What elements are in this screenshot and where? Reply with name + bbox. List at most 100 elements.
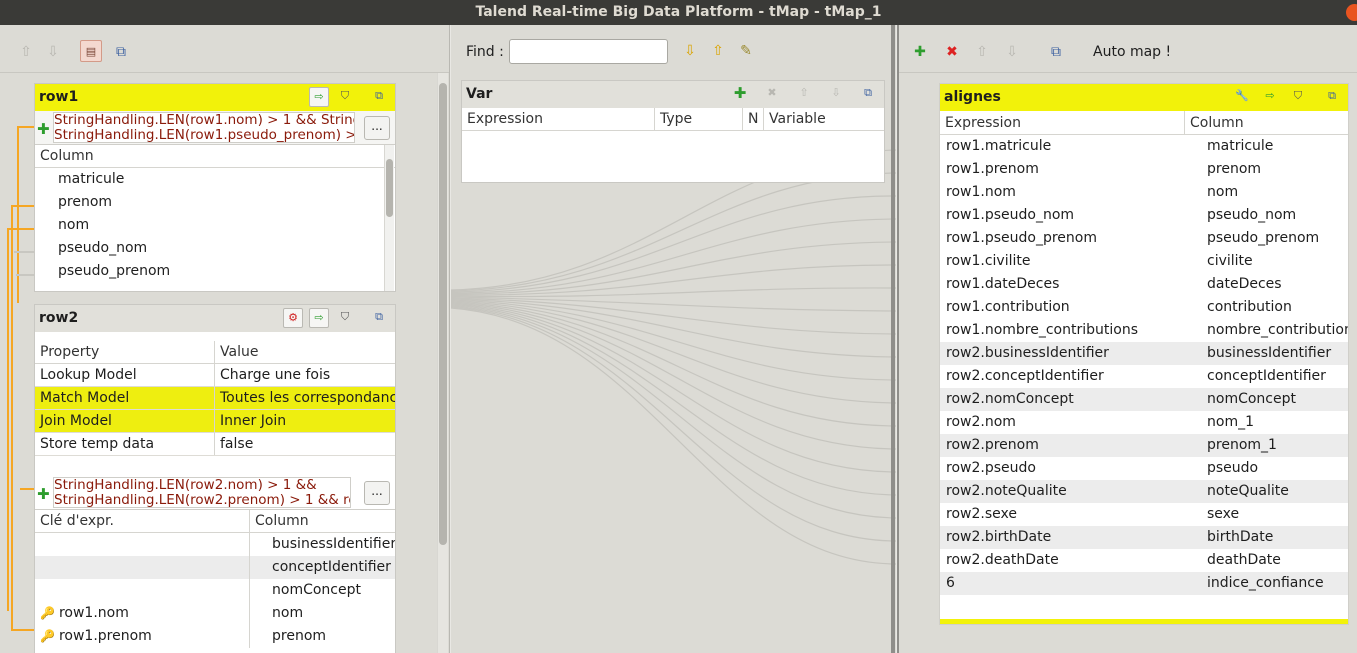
output-column: nom_1 [1207, 414, 1254, 430]
find-input[interactable] [509, 39, 668, 64]
table-row[interactable]: pseudo_prenom [35, 260, 395, 283]
table-row[interactable]: row2.noteQualite noteQualite [940, 480, 1348, 503]
table-row[interactable]: row1.nom nom [940, 181, 1348, 204]
key-icon: 🔑 [40, 606, 55, 620]
add-output-icon[interactable]: ✚ [909, 41, 931, 63]
add-filter-icon[interactable]: ⇨ [1260, 87, 1280, 107]
table-row[interactable]: row1.nombre_contributions nombre_contribu… [940, 319, 1348, 342]
filter-icon[interactable]: ⛉ [1288, 87, 1308, 107]
minimize-icon[interactable]: ⧉ [369, 87, 389, 107]
key-expression-cell[interactable]: 🔑 row1.nom [35, 602, 250, 625]
move-down-icon[interactable]: ⇩ [826, 84, 846, 104]
table-row[interactable]: row2.nomConcept nomConcept [940, 388, 1348, 411]
output-column: prenom_1 [1207, 437, 1277, 453]
left-pane-scrollbar[interactable] [437, 73, 448, 653]
table-row[interactable]: row1.pseudo_prenom pseudo_prenom [940, 227, 1348, 250]
input-tables-pane: ⇧ ⇩ ▤ ⧉ row1 ⇨ ⛉ ⧉ ✚ StringHandling.LEN(… [0, 25, 450, 653]
add-filter-icon[interactable]: ⇨ [309, 87, 329, 107]
filter-icon[interactable]: ⛉ [335, 87, 355, 107]
minimize-icon[interactable]: ⧉ [858, 84, 878, 104]
table-row[interactable]: row2.nom nom_1 [940, 411, 1348, 434]
property-row[interactable]: Match Model Toutes les correspondanc [35, 387, 395, 410]
remove-var-icon[interactable]: ✖ [762, 84, 782, 104]
property-row[interactable]: Lookup Model Charge une fois [35, 364, 395, 387]
alignes-table: alignes 🔧 ⇨ ⛉ ⧉ Expression Column row1.m… [939, 83, 1349, 625]
settings-wrench-icon[interactable]: 🔧 [1232, 87, 1252, 107]
table-row[interactable]: 🔑 row1.nom nom [35, 602, 395, 625]
key-expression-cell[interactable]: 🔑 row1.prenom [35, 625, 250, 648]
table-row[interactable]: row1.civilite civilite [940, 250, 1348, 273]
table-row[interactable]: conceptIdentifier [35, 556, 395, 579]
table-row[interactable]: 6 indice_confiance [940, 572, 1348, 595]
table-row[interactable]: row2.prenom prenom_1 [940, 434, 1348, 457]
automap-button[interactable]: Auto map ! [1093, 44, 1171, 60]
row1-header: row1 ⇨ ⛉ ⧉ [35, 84, 395, 111]
row1-scrollbar[interactable] [384, 145, 394, 291]
alignes-footer [940, 619, 1348, 624]
table-row[interactable]: row1.matricule matricule [940, 135, 1348, 158]
row2-filter-expression[interactable]: StringHandling.LEN(row2.nom) > 1 && Stri… [53, 477, 351, 508]
property-value: false [220, 436, 254, 452]
filter-icon[interactable]: ⛉ [335, 308, 355, 328]
table-row[interactable]: row1.dateDeces dateDeces [940, 273, 1348, 296]
move-up-icon[interactable]: ⇧ [971, 41, 993, 63]
row1-filter-edit-button[interactable]: ... [364, 116, 390, 140]
window-title: Talend Real-time Big Data Platform - tMa… [475, 4, 882, 20]
table-row[interactable]: pseudo_nom [35, 237, 395, 260]
remove-output-icon[interactable]: ✖ [941, 41, 963, 63]
table-row[interactable]: row1.pseudo_nom pseudo_nom [940, 204, 1348, 227]
table-row[interactable]: row2.conceptIdentifier conceptIdentifier [940, 365, 1348, 388]
lookup-settings-icon[interactable]: ⚙ [283, 308, 303, 328]
find-previous-icon[interactable]: ⇧ [707, 40, 729, 62]
close-window-icon[interactable] [1346, 4, 1357, 21]
value-header: Value [220, 344, 259, 360]
table-row[interactable]: nom [35, 214, 395, 237]
window-icon[interactable]: ⧉ [110, 41, 132, 63]
table-row[interactable]: row2.pseudo pseudo [940, 457, 1348, 480]
output-column: matricule [1207, 138, 1274, 154]
row1-filter-expression[interactable]: StringHandling.LEN(row1.nom) > 1 && Stri… [53, 112, 355, 143]
property-value: Toutes les correspondanc [220, 390, 395, 406]
sash[interactable] [891, 25, 895, 653]
output-expression: row2.noteQualite [946, 483, 1067, 499]
var-n-header: N [743, 108, 764, 130]
table-row[interactable]: row2.businessIdentifier businessIdentifie… [940, 342, 1348, 365]
alignes-title: alignes [944, 89, 1001, 105]
table-row[interactable]: row1.prenom prenom [940, 158, 1348, 181]
row2-filter-edit-button[interactable]: ... [364, 481, 390, 505]
key-column: businessIdentifier [272, 536, 395, 552]
key-expression-cell[interactable] [35, 533, 250, 556]
minimize-icon[interactable]: ⧉ [369, 308, 389, 328]
table-row[interactable]: prenom [35, 191, 395, 214]
property-value: Charge une fois [220, 367, 331, 383]
property-row[interactable]: Join Model Inner Join [35, 410, 395, 433]
table-row[interactable]: nomConcept [35, 579, 395, 602]
arrow-down-icon[interactable]: ⇩ [42, 41, 64, 63]
move-up-icon[interactable]: ⇧ [794, 84, 814, 104]
table-row[interactable]: row2.sexe sexe [940, 503, 1348, 526]
output-expression: row1.matricule [946, 138, 1052, 154]
table-row[interactable]: row1.contribution contribution [940, 296, 1348, 319]
output-column: deathDate [1207, 552, 1281, 568]
key-expression-cell[interactable] [35, 579, 250, 602]
layout-icon[interactable]: ▤ [80, 40, 102, 62]
output-expression: row1.nombre_contributions [946, 322, 1138, 338]
minimize-icon[interactable]: ⧉ [1322, 87, 1342, 107]
table-row[interactable]: matricule [35, 168, 395, 191]
find-next-icon[interactable]: ⇩ [679, 40, 701, 62]
property-row[interactable]: Store temp data false [35, 433, 395, 456]
output-expression: row2.nomConcept [946, 391, 1074, 407]
table-row[interactable]: row2.birthDate birthDate [940, 526, 1348, 549]
table-row[interactable]: 🔑 row1.prenom prenom [35, 625, 395, 648]
add-var-icon[interactable]: ✚ [730, 84, 750, 104]
key-expression-cell[interactable] [35, 556, 250, 579]
highlight-icon[interactable]: ✎ [735, 40, 757, 62]
table-row[interactable]: businessIdentifier [35, 533, 395, 556]
output-column: nomConcept [1207, 391, 1296, 407]
key-column: nom [272, 605, 304, 621]
table-row[interactable]: row2.deathDate deathDate [940, 549, 1348, 572]
output-expression: row2.pseudo [946, 460, 1036, 476]
minimize-all-icon[interactable]: ⧉ [1045, 41, 1067, 63]
add-filter-icon[interactable]: ⇨ [309, 308, 329, 328]
move-down-icon[interactable]: ⇩ [1001, 41, 1023, 63]
